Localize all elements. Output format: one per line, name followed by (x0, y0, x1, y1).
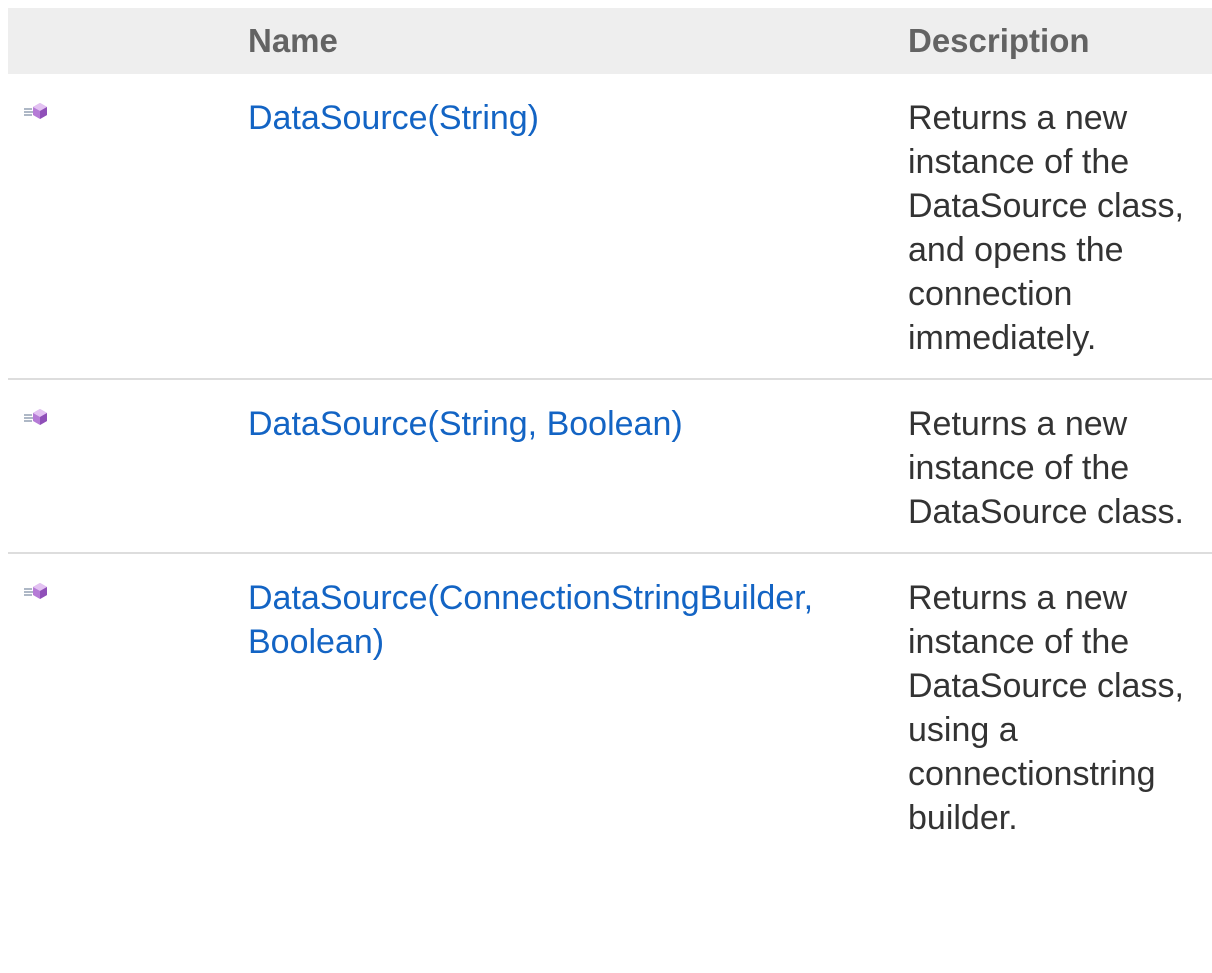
member-link-datasource-connectionstringbuilder-boolean[interactable]: DataSource(ConnectionStringBuilder, Bool… (248, 579, 813, 661)
member-description: Returns a new instance of the DataSource… (908, 405, 1184, 531)
table-row: DataSource(ConnectionStringBuilder, Bool… (8, 553, 1212, 858)
header-name: Name (248, 22, 338, 59)
header-description: Description (908, 22, 1090, 59)
table-header-row: Name Description (8, 8, 1212, 74)
constructors-table: Name Description DataSource(String) Retu… (8, 8, 1212, 858)
member-link-datasource-string-boolean[interactable]: DataSource(String, Boolean) (248, 405, 683, 443)
public-method-icon (23, 396, 51, 425)
header-icon-column (8, 8, 226, 74)
member-description: Returns a new instance of the DataSource… (908, 579, 1184, 837)
public-method-icon (23, 570, 51, 599)
table-row: DataSource(String, Boolean) Returns a ne… (8, 379, 1212, 553)
member-link-datasource-string[interactable]: DataSource(String) (248, 99, 539, 137)
table-row: DataSource(String) Returns a new instanc… (8, 74, 1212, 379)
member-description: Returns a new instance of the DataSource… (908, 99, 1184, 357)
public-method-icon (23, 90, 51, 119)
